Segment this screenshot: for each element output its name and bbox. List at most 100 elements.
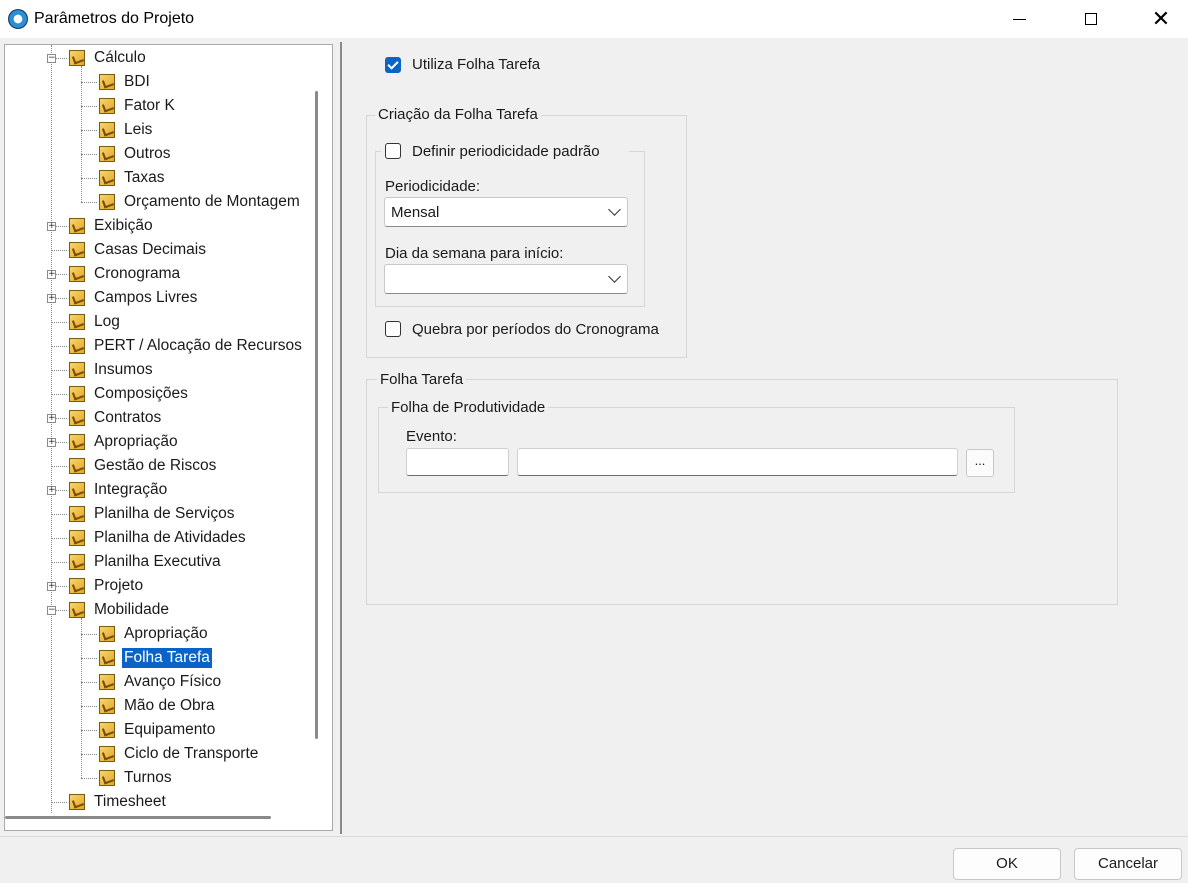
settings-tree[interactable]: − Cálculo BDI Fator K Leis Outros Taxas Orçamen…: [4, 44, 333, 831]
tree-connector: [51, 466, 67, 467]
tree-item[interactable]: Apropriação: [69, 430, 180, 454]
dia-semana-label: Dia da semana para início:: [385, 245, 564, 262]
tree-item[interactable]: Planilha de Serviços: [69, 502, 236, 526]
tree-item-label: Gestão de Riscos: [94, 457, 217, 474]
periodicidade-select[interactable]: Mensal: [384, 197, 628, 227]
tree-item[interactable]: Planilha de Atividades: [69, 526, 248, 550]
settings-node-icon: [99, 674, 115, 690]
settings-node-icon: [69, 290, 85, 306]
tree-item[interactable]: Planilha Executiva: [69, 550, 223, 574]
tree-item[interactable]: Exibição: [69, 214, 155, 238]
evento-label: Evento:: [406, 428, 457, 445]
tree-item[interactable]: Avanço Físico: [99, 670, 223, 694]
collapse-icon[interactable]: −: [47, 606, 56, 615]
tree-item[interactable]: Casas Decimais: [69, 238, 208, 262]
ok-button[interactable]: OK: [953, 848, 1061, 880]
tree-vertical-scrollbar[interactable]: [315, 91, 318, 739]
tree-item[interactable]: Apropriação: [99, 622, 210, 646]
tree-item[interactable]: Insumos: [69, 358, 155, 382]
expand-icon[interactable]: +: [47, 270, 56, 279]
settings-node-icon: [99, 122, 115, 138]
utiliza-folha-tarefa-label[interactable]: Utiliza Folha Tarefa: [412, 56, 540, 73]
tree-item[interactable]: Cálculo: [69, 46, 148, 70]
definir-periodicidade-checkbox[interactable]: [385, 143, 401, 159]
tree-item[interactable]: Turnos: [99, 766, 174, 790]
tree-item-label: Avanço Físico: [124, 673, 222, 690]
tree-item-label: Orçamento de Montagem: [124, 193, 300, 210]
evento-browse-button[interactable]: ...: [966, 449, 994, 477]
tree-connector: [51, 802, 67, 803]
tree-item-label: Mobilidade: [94, 601, 169, 618]
close-button[interactable]: ✕: [1138, 0, 1184, 38]
tree-item[interactable]: Orçamento de Montagem: [99, 190, 302, 214]
footer-separator: [0, 836, 1188, 837]
tree-item-label: Timesheet: [94, 793, 166, 810]
tree-item[interactable]: BDI: [99, 70, 152, 94]
tree-connector: [51, 370, 67, 371]
utiliza-folha-tarefa-checkbox[interactable]: [385, 57, 401, 73]
folha-tarefa-legend: Folha Tarefa: [377, 371, 467, 388]
periodicidade-value: Mensal: [391, 204, 440, 221]
tree-connector: [51, 514, 67, 515]
quebra-periodos-label[interactable]: Quebra por períodos do Cronograma: [412, 321, 659, 338]
expand-icon[interactable]: +: [47, 438, 56, 447]
dia-semana-select[interactable]: [384, 264, 628, 294]
expand-icon[interactable]: +: [47, 294, 56, 303]
tree-item-label: Apropriação: [94, 433, 178, 450]
tree-item[interactable]: Gestão de Riscos: [69, 454, 218, 478]
tree-item[interactable]: Folha Tarefa: [99, 646, 212, 670]
cancel-button[interactable]: Cancelar: [1074, 848, 1182, 880]
tree-item-label: Casas Decimais: [94, 241, 206, 258]
tree-item-label: Projeto: [94, 577, 144, 594]
tree-item[interactable]: Contratos: [69, 406, 163, 430]
tree-item[interactable]: Ciclo de Transporte: [99, 742, 260, 766]
maximize-button[interactable]: [1068, 0, 1114, 38]
tree-item-label: Cronograma: [94, 265, 181, 282]
tree-item[interactable]: Timesheet: [69, 790, 168, 814]
definir-periodicidade-label[interactable]: Definir periodicidade padrão: [412, 143, 600, 160]
tree-connector: [51, 346, 67, 347]
tree-item[interactable]: Outros: [99, 142, 173, 166]
settings-node-icon: [69, 50, 85, 66]
settings-node-icon: [99, 194, 115, 210]
tree-item[interactable]: Campos Livres: [69, 286, 199, 310]
tree-item[interactable]: Equipamento: [99, 718, 217, 742]
tree-item[interactable]: Fator K: [99, 94, 177, 118]
tree-item-label: BDI: [124, 73, 150, 90]
tree-item[interactable]: Projeto: [69, 574, 145, 598]
chevron-down-icon: [608, 203, 621, 216]
expand-icon[interactable]: +: [47, 414, 56, 423]
tree-connector: [81, 178, 97, 179]
tree-connector: [51, 562, 67, 563]
quebra-periodos-checkbox[interactable]: [385, 321, 401, 337]
tree-item-label: Planilha de Atividades: [94, 529, 246, 546]
settings-node-icon: [69, 794, 85, 810]
tree-item[interactable]: Log: [69, 310, 122, 334]
tree-item[interactable]: Integração: [69, 478, 169, 502]
collapse-icon[interactable]: −: [47, 54, 56, 63]
tree-item[interactable]: Taxas: [99, 166, 167, 190]
settings-node-icon: [69, 410, 85, 426]
expand-icon[interactable]: +: [47, 486, 56, 495]
tree-item[interactable]: Leis: [99, 118, 154, 142]
panel-splitter[interactable]: [340, 42, 342, 834]
settings-node-icon: [99, 722, 115, 738]
tree-item-label: Planilha Executiva: [94, 553, 221, 570]
expand-icon[interactable]: +: [47, 222, 56, 231]
tree-item[interactable]: Mobilidade: [69, 598, 171, 622]
tree-connector: [81, 202, 97, 203]
evento-code-input[interactable]: [406, 448, 509, 476]
settings-node-icon: [99, 98, 115, 114]
settings-node-icon: [69, 386, 85, 402]
evento-description-input[interactable]: [517, 448, 958, 476]
tree-item-label: Turnos: [124, 769, 172, 786]
tree-item[interactable]: Composições: [69, 382, 190, 406]
tree-item[interactable]: PERT / Alocação de Recursos: [69, 334, 304, 358]
tree-item[interactable]: Mão de Obra: [99, 694, 216, 718]
tree-item[interactable]: Cronograma: [69, 262, 182, 286]
maximize-icon: [1085, 13, 1097, 25]
expand-icon[interactable]: +: [47, 582, 56, 591]
minimize-button[interactable]: [996, 0, 1042, 38]
settings-node-icon: [69, 362, 85, 378]
tree-horizontal-scrollbar[interactable]: [5, 816, 271, 819]
